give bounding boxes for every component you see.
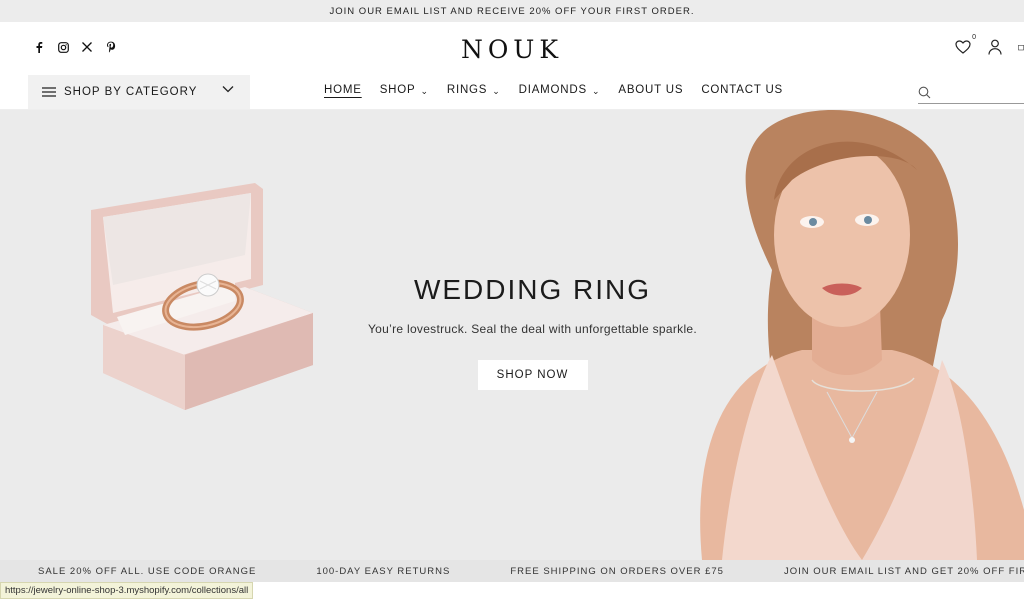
chevron-down-icon: ⌄ — [420, 85, 429, 96]
announcement-text: JOIN OUR EMAIL LIST AND RECEIVE 20% OFF … — [329, 5, 695, 17]
nav-item-home[interactable]: HOME — [324, 84, 362, 96]
announcement-bar: JOIN OUR EMAIL LIST AND RECEIVE 20% OFF … — [0, 0, 1024, 22]
model-photo — [700, 110, 1024, 560]
shop-by-category-button[interactable]: SHOP BY CATEGORY — [28, 75, 250, 109]
ticker-item: 100-DAY EASY RETURNS — [316, 565, 451, 577]
heart-icon — [955, 40, 971, 54]
nav-item-diamonds[interactable]: DIAMONDS ⌄ — [519, 84, 601, 96]
cart-button[interactable] — [1018, 38, 1024, 56]
main-navigation: SHOP BY CATEGORY HOME SHOP ⌄ RINGS ⌄ DIAMO… — [0, 74, 1024, 110]
bag-icon — [1018, 45, 1024, 51]
nav-label: HOME — [324, 84, 362, 96]
search-icon[interactable] — [918, 86, 931, 99]
hero-banner: WEDDING RING You’re lovestruck. Seal the… — [0, 110, 1024, 560]
nav-item-rings[interactable]: RINGS ⌄ — [447, 84, 501, 96]
shop-now-button[interactable]: SHOP NOW — [477, 360, 588, 390]
wishlist-count: 0 — [972, 34, 976, 41]
ticker-item: FREE SHIPPING ON ORDERS OVER £75 — [510, 565, 724, 577]
site-logo[interactable]: NOUK — [0, 35, 1024, 64]
nav-label: SHOP — [379, 84, 416, 96]
search-box — [918, 82, 1024, 104]
nav-item-contact-us[interactable]: CONTACT US — [701, 84, 783, 96]
wishlist-button[interactable]: 0 — [954, 34, 976, 56]
browser-status-url: https://jewelry-online-shop-3.myshopify.… — [0, 582, 254, 599]
ticker-item: SALE 20% OFF ALL. USE CODE ORANGE — [38, 565, 257, 577]
chevron-down-icon: ⌄ — [492, 85, 501, 96]
nav-label: RINGS — [446, 84, 488, 96]
menu: HOME SHOP ⌄ RINGS ⌄ DIAMONDS ⌄ ABOUT US CON… — [324, 84, 801, 96]
nav-label: CONTACT US — [701, 84, 784, 96]
ring-box-image — [91, 183, 313, 410]
nav-label: ABOUT US — [618, 84, 684, 96]
category-label: SHOP BY CATEGORY — [64, 86, 198, 98]
hamburger-icon — [42, 87, 56, 97]
chevron-down-icon: ⌄ — [592, 85, 601, 96]
user-icon — [988, 39, 1002, 55]
promo-ticker: SALE 20% OFF ALL. USE CODE ORANGE 100-DA… — [0, 560, 1024, 582]
site-header: NOUK 0 — [0, 22, 1024, 74]
nav-item-about-us[interactable]: ABOUT US — [618, 84, 683, 96]
ticker-item: JOIN OUR EMAIL LIST AND GET 20% OFF FIRS… — [783, 565, 1024, 577]
search-input[interactable] — [937, 86, 1017, 99]
account-button[interactable] — [986, 38, 1004, 56]
chevron-down-icon — [222, 86, 234, 93]
header-actions: 0 — [954, 34, 1024, 56]
nav-item-shop[interactable]: SHOP ⌄ — [380, 84, 429, 96]
nav-label: DIAMONDS — [518, 84, 587, 96]
